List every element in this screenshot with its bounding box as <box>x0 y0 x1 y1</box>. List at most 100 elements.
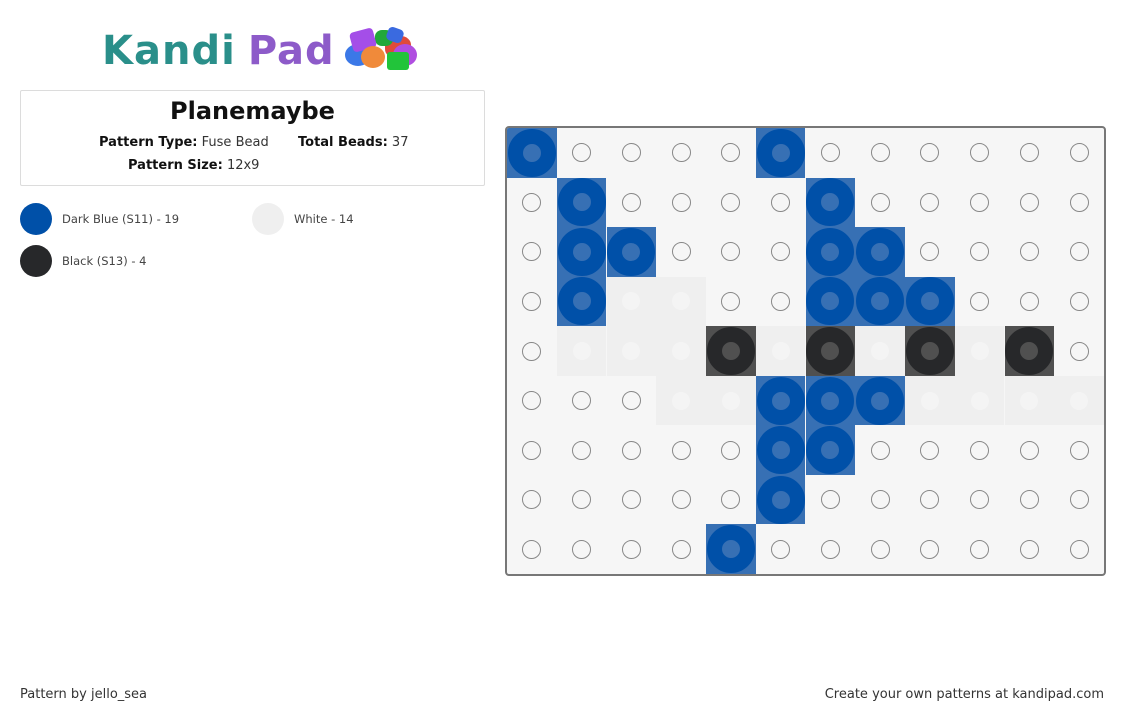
bead-ring <box>607 227 656 276</box>
bead-ring <box>806 327 855 376</box>
empty-peg <box>656 475 706 525</box>
empty-peg <box>656 178 706 228</box>
bead-white <box>656 375 706 426</box>
empty-peg <box>507 425 557 475</box>
empty-peg <box>507 524 557 574</box>
bead-dark-blue <box>755 375 806 426</box>
empty-peg <box>1005 425 1055 475</box>
empty-peg <box>557 376 607 426</box>
total-beads: Total Beads: 37 <box>298 135 408 150</box>
bead-ring <box>756 327 805 376</box>
bead-dark-blue <box>606 227 657 277</box>
bead-ring <box>806 277 855 326</box>
bead-ring <box>657 277 706 326</box>
color-swatch <box>20 203 52 235</box>
bead-pattern-board <box>505 126 1106 576</box>
empty-peg <box>855 178 905 228</box>
bead-white <box>1004 375 1055 426</box>
bead-dark-blue <box>755 425 806 475</box>
bead-ring <box>557 327 606 376</box>
bead-white <box>954 375 1005 426</box>
logo-text-kandi: Kandi <box>102 28 236 74</box>
pattern-title: Planemaybe <box>170 97 335 125</box>
empty-peg <box>507 475 557 525</box>
bead-ring <box>756 128 805 177</box>
bead-ring <box>806 426 855 475</box>
bead-dark-blue <box>507 128 557 178</box>
bead-white <box>905 375 955 426</box>
empty-peg <box>905 524 955 574</box>
bead-ring <box>806 376 855 425</box>
empty-peg <box>607 178 657 228</box>
empty-peg <box>806 475 856 525</box>
legend-label: Dark Blue (S11) - 19 <box>62 212 180 226</box>
empty-peg <box>1005 277 1055 327</box>
legend-item-dark-blue: Dark Blue (S11) - 19 <box>20 203 179 235</box>
kandipad-promo-link[interactable]: Create your own patterns at kandipad.com <box>825 687 1104 702</box>
total-beads-value: 37 <box>391 135 409 150</box>
bead-dark-blue <box>556 177 607 228</box>
empty-peg <box>905 128 955 178</box>
bead-black <box>905 326 955 376</box>
bead-ring <box>607 327 656 376</box>
bead-ring <box>706 525 755 574</box>
color-swatch <box>252 203 284 235</box>
bead-ring <box>955 376 1004 425</box>
empty-peg <box>557 128 607 178</box>
empty-peg <box>756 277 806 327</box>
empty-peg <box>706 178 756 228</box>
empty-peg <box>855 524 905 574</box>
empty-peg <box>955 425 1005 475</box>
bead-dark-blue <box>556 276 607 327</box>
empty-peg <box>1054 277 1104 327</box>
empty-peg <box>855 425 905 475</box>
bead-ring <box>905 277 954 326</box>
empty-peg <box>507 178 557 228</box>
bead-dark-blue <box>805 227 856 277</box>
empty-peg <box>1005 178 1055 228</box>
empty-peg <box>1054 475 1104 525</box>
pattern-size: Pattern Size: 12x9 <box>128 158 259 173</box>
bead-black <box>1004 326 1055 376</box>
bead-white <box>954 326 1005 376</box>
bead-ring <box>756 426 805 475</box>
empty-peg <box>656 227 706 277</box>
empty-peg <box>1054 524 1104 574</box>
empty-peg <box>905 178 955 228</box>
empty-peg <box>1054 128 1104 178</box>
empty-peg <box>706 425 756 475</box>
empty-peg <box>1054 425 1104 475</box>
empty-peg <box>955 178 1005 228</box>
bead-ring <box>607 277 656 326</box>
bead-ring <box>557 277 606 326</box>
empty-peg <box>557 475 607 525</box>
empty-peg <box>1005 227 1055 277</box>
empty-peg <box>955 227 1005 277</box>
bead-dark-blue <box>855 276 905 327</box>
empty-peg <box>557 524 607 574</box>
empty-peg <box>1005 475 1055 525</box>
pattern-type: Pattern Type: Fuse Bead <box>99 135 269 150</box>
empty-peg <box>607 376 657 426</box>
bead-dark-blue <box>556 227 607 277</box>
empty-peg <box>656 524 706 574</box>
empty-peg <box>855 128 905 178</box>
bead-ring <box>1005 376 1054 425</box>
bead-ring <box>806 178 855 227</box>
empty-peg <box>507 227 557 277</box>
empty-peg <box>507 277 557 327</box>
kandipad-logo[interactable]: Kandi Pad <box>102 25 423 76</box>
empty-peg <box>557 425 607 475</box>
bead-white <box>656 276 706 327</box>
empty-peg <box>607 128 657 178</box>
empty-peg <box>955 277 1005 327</box>
pattern-info-card: Planemaybe Pattern Type: Fuse Bead Total… <box>20 90 485 186</box>
pattern-size-label: Pattern Size: <box>128 158 223 173</box>
bead-ring <box>856 327 905 376</box>
empty-peg <box>855 475 905 525</box>
empty-peg <box>905 227 955 277</box>
bead-black <box>805 326 856 376</box>
bead-white <box>755 326 806 376</box>
empty-peg <box>656 128 706 178</box>
legend-label: White - 14 <box>294 212 354 226</box>
